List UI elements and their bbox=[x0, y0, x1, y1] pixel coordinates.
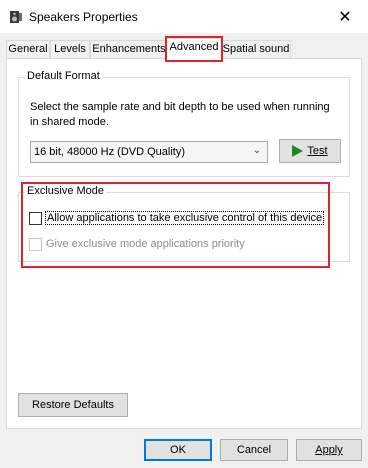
title-bar: Speakers Properties ✕ bbox=[0, 0, 368, 33]
ok-button-label: OK bbox=[170, 444, 186, 456]
tab-spatial-sound[interactable]: Spatial sound bbox=[221, 40, 291, 58]
apply-button-label: Apply bbox=[315, 444, 343, 456]
close-button[interactable]: ✕ bbox=[322, 0, 368, 33]
apply-button[interactable]: Apply bbox=[296, 439, 362, 461]
test-button[interactable]: Test bbox=[279, 139, 341, 163]
allow-exclusive-label[interactable]: Allow applications to take exclusive con… bbox=[44, 211, 325, 225]
exclusive-mode-group: Exclusive Mode Allow applications to tak… bbox=[18, 185, 350, 262]
restore-defaults-button[interactable]: Restore Defaults bbox=[18, 393, 128, 417]
tab-advanced[interactable]: Advanced bbox=[166, 38, 222, 59]
close-icon: ✕ bbox=[338, 8, 352, 26]
exclusive-priority-checkbox bbox=[29, 237, 42, 251]
ok-button[interactable]: OK bbox=[144, 439, 212, 461]
exclusive-priority-row: Give exclusive mode applications priorit… bbox=[29, 236, 245, 252]
advanced-panel: Default Format Select the sample rate an… bbox=[6, 58, 362, 429]
default-format-description: Select the sample rate and bit depth to … bbox=[30, 101, 330, 128]
cancel-button[interactable]: Cancel bbox=[220, 439, 288, 461]
tab-enhancements[interactable]: Enhancements bbox=[90, 40, 168, 58]
speaker-icon bbox=[10, 11, 22, 23]
tab-levels[interactable]: Levels bbox=[50, 40, 90, 58]
exclusive-mode-legend: Exclusive Mode bbox=[25, 185, 107, 197]
format-select-value: 16 bit, 48000 Hz (DVD Quality) bbox=[34, 146, 186, 158]
tab-strip: General Levels Enhancements Advanced Spa… bbox=[6, 38, 362, 59]
test-button-label: Test bbox=[307, 145, 328, 157]
tab-general[interactable]: General bbox=[6, 40, 50, 58]
play-icon bbox=[292, 145, 304, 157]
default-format-group: Default Format Select the sample rate an… bbox=[18, 70, 350, 177]
allow-exclusive-row[interactable]: Allow applications to take exclusive con… bbox=[29, 210, 325, 226]
exclusive-priority-label: Give exclusive mode applications priorit… bbox=[46, 238, 245, 250]
chevron-down-icon: ⌄ bbox=[252, 145, 261, 156]
allow-exclusive-checkbox[interactable] bbox=[29, 211, 42, 225]
default-format-legend: Default Format bbox=[25, 70, 102, 82]
restore-defaults-label: Restore Defaults bbox=[32, 399, 114, 411]
cancel-button-label: Cancel bbox=[236, 444, 272, 456]
format-select[interactable]: 16 bit, 48000 Hz (DVD Quality) ⌄ bbox=[30, 141, 268, 163]
dialog-footer: OK Cancel Apply bbox=[0, 430, 368, 468]
window-title: Speakers Properties bbox=[29, 10, 138, 24]
